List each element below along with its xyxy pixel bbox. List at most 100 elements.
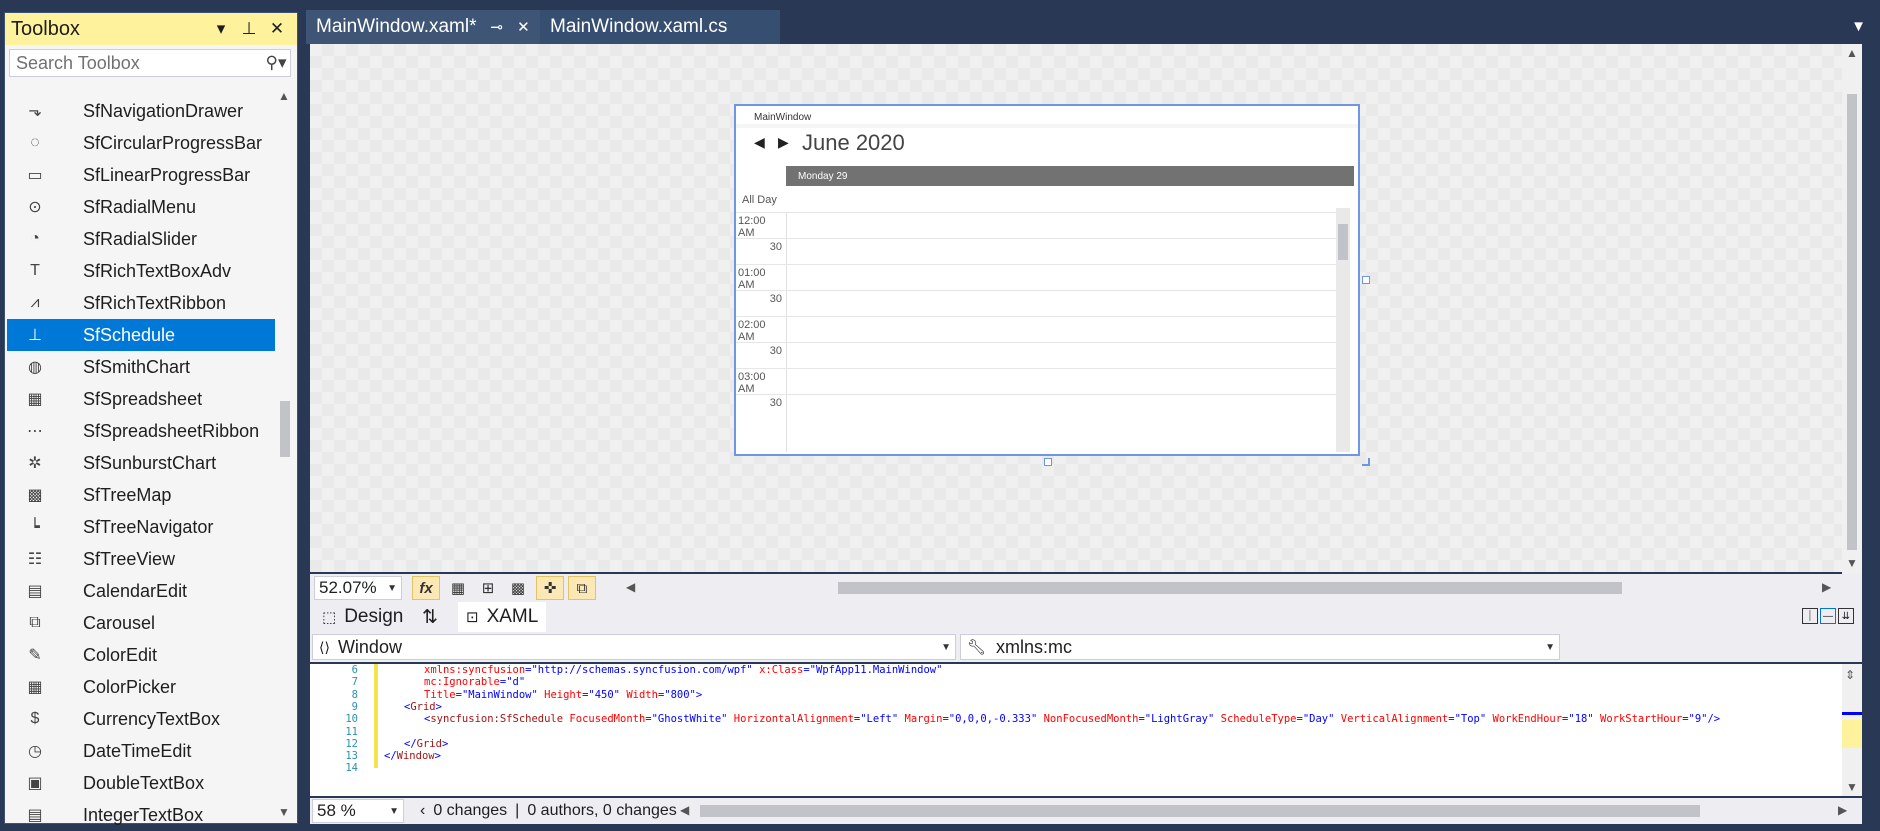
- code-hscroll-thumb[interactable]: [700, 805, 1700, 817]
- chevron-down-icon[interactable]: ▼: [1545, 642, 1555, 653]
- code-line[interactable]: 14: [310, 762, 1842, 777]
- hour-label: 01:00 AM: [738, 267, 766, 291]
- horizontal-split-button[interactable]: —: [1820, 608, 1836, 624]
- designer-scroll-thumb[interactable]: [1847, 94, 1857, 550]
- toolbox-item[interactable]: ⧉ Carousel: [7, 607, 275, 639]
- tab-design[interactable]: ⬚ Design: [322, 602, 403, 632]
- grid-toggle-button[interactable]: ▦: [444, 576, 472, 600]
- tab-mainwindow-xaml-cs[interactable]: MainWindow.xaml.cs: [540, 10, 780, 44]
- scroll-down-icon[interactable]: ▼: [1846, 556, 1858, 570]
- search-icon[interactable]: ⚲▾: [262, 53, 290, 73]
- toolbox-item[interactable]: ⊥ SfSchedule: [7, 319, 275, 351]
- designer-zoom-combo[interactable]: 52.07% ▼: [314, 576, 402, 600]
- toolbox-scroll-thumb[interactable]: [280, 401, 290, 457]
- swap-panes-button[interactable]: ⇅: [422, 602, 438, 632]
- pin-icon[interactable]: ⊸: [491, 18, 504, 36]
- toolbox-item-label: SfSunburstChart: [83, 452, 217, 473]
- toolbox-item[interactable]: ┕ SfTreeNavigator: [7, 511, 275, 543]
- member-combo-value: xmlns:mc: [996, 636, 1073, 657]
- member-combo[interactable]: 🔧︎ xmlns:mc ▼: [960, 634, 1560, 660]
- tab-overflow-icon[interactable]: ▼: [1851, 18, 1866, 35]
- code-vertical-scrollbar[interactable]: ⇕ ▼: [1842, 664, 1862, 796]
- schedule-icon: ⊥: [28, 327, 42, 344]
- project-code-button[interactable]: ⧉: [568, 576, 596, 600]
- snap-snaplines-button[interactable]: ✜: [536, 576, 564, 600]
- designer-toolbar: 52.07% ▼ fx ▦ ⊞ ▩ ✜ ⧉ ◀ ▶: [310, 574, 1862, 602]
- toolbox-item-label: SfSchedule: [83, 324, 176, 345]
- toolbox-item[interactable]: ⊙ SfRadialMenu: [7, 191, 275, 223]
- element-icon: ⟨⟩: [319, 638, 330, 655]
- toolbox-item[interactable]: ✎ ColorEdit: [7, 639, 275, 671]
- toolbox-item[interactable]: ▦ SfSpreadsheet: [7, 383, 275, 415]
- scroll-down-icon[interactable]: ▼: [278, 805, 290, 819]
- scroll-right-icon[interactable]: ▶: [1838, 803, 1847, 817]
- code-text: </Grid>: [404, 737, 449, 750]
- element-combo[interactable]: ⟨⟩ Window ▼: [312, 634, 956, 660]
- toolbox-item[interactable]: ▩ SfTreeMap: [7, 479, 275, 511]
- artboard-background-button[interactable]: ▩: [504, 576, 532, 600]
- toolbox-item[interactable]: ◔ SfRadialSlider: [7, 223, 275, 255]
- designer-vertical-scrollbar[interactable]: ▲ ▼: [1842, 44, 1862, 574]
- toolbox-item[interactable]: ☷ SfTreeView: [7, 543, 275, 575]
- chevron-down-icon[interactable]: ▼: [387, 583, 397, 594]
- tab-xaml[interactable]: ⊡ XAML: [458, 602, 547, 632]
- close-icon[interactable]: ✕: [517, 18, 530, 36]
- toolbox-item[interactable]: ▤ CalendarEdit: [7, 575, 275, 607]
- chevron-down-icon[interactable]: ▼: [941, 642, 951, 653]
- toolbox-search-box[interactable]: ⚲▾: [9, 49, 291, 77]
- resize-handle-bottom[interactable]: [1044, 458, 1052, 466]
- toolbox-item[interactable]: ✲ SfSunburstChart: [7, 447, 275, 479]
- tab-mainwindow-xaml[interactable]: MainWindow.xaml* ⊸ ✕: [306, 10, 540, 44]
- xaml-code-editor[interactable]: 6 xmlns:syncfusion="http://schemas.syncfu…: [310, 664, 1842, 796]
- schedule-scroll-thumb[interactable]: [1338, 224, 1348, 260]
- schedule-time-grid[interactable]: 12:00 AM 30 01:00 AM 30 02:00 AM 30 03:00 AM 30: [736, 212, 1346, 452]
- vertical-split-button[interactable]: ⏐: [1802, 608, 1818, 624]
- chevron-down-icon[interactable]: ▼: [389, 806, 399, 817]
- toolbox-item[interactable]: ▣ DoubleTextBox: [7, 767, 275, 799]
- dropdown-icon[interactable]: ▾: [207, 19, 235, 39]
- scroll-up-icon[interactable]: ▲: [278, 89, 290, 103]
- scroll-left-icon[interactable]: ◀: [626, 580, 635, 594]
- toolbox-item[interactable]: ⬎ SfNavigationDrawer: [7, 95, 275, 127]
- code-horizontal-scrollbar[interactable]: ◀ ▶: [680, 803, 1852, 817]
- toolbox-item[interactable]: ◌ SfCircularProgressBar: [7, 127, 275, 159]
- toolbox-item[interactable]: ▭ SfLinearProgressBar: [7, 159, 275, 191]
- toolbox-item[interactable]: ▦ ColorPicker: [7, 671, 275, 703]
- toolbox-search-input[interactable]: [10, 51, 262, 75]
- effects-button[interactable]: fx: [412, 576, 440, 600]
- line-number: 12: [345, 737, 358, 750]
- toolbox-item[interactable]: $ CurrencyTextBox: [7, 703, 275, 735]
- scroll-left-icon[interactable]: ◀: [680, 803, 689, 817]
- editor-zoom-combo[interactable]: 58 % ▼: [312, 799, 404, 823]
- collapse-pane-button[interactable]: ⇊: [1838, 608, 1854, 624]
- resize-handle-right[interactable]: [1362, 276, 1370, 284]
- toolbox-item[interactable]: ▤ IntegerTextBox: [7, 799, 275, 831]
- designer-hscroll-thumb[interactable]: [838, 582, 1622, 594]
- day-header-label: Monday 29: [798, 170, 848, 182]
- toolbox-item[interactable]: ◍ SfSmithChart: [7, 351, 275, 383]
- preview-window-title: MainWindow: [754, 112, 812, 123]
- toolbox-item-label: SfTreeMap: [83, 484, 172, 505]
- scroll-right-icon[interactable]: ▶: [1822, 580, 1831, 594]
- pin-icon[interactable]: ⊥: [235, 19, 263, 39]
- split-handle-icon[interactable]: ⇕: [1845, 668, 1855, 682]
- codelens-changes[interactable]: ‹ 0 changes | 0 authors, 0 changes: [420, 802, 677, 820]
- time-slot-half-row[interactable]: 30: [736, 394, 1346, 426]
- schedule-scrollbar[interactable]: [1336, 208, 1350, 452]
- linear-progress-icon: ▭: [27, 167, 43, 184]
- scroll-up-icon[interactable]: ▲: [1846, 46, 1858, 60]
- toolbox-scrollbar[interactable]: ▲ ▼: [275, 89, 295, 821]
- checkerboard-icon: ▩: [510, 580, 526, 597]
- snap-gridlines-button[interactable]: ⊞: [474, 576, 502, 600]
- scroll-down-icon[interactable]: ▼: [1846, 780, 1858, 794]
- previous-arrow-icon[interactable]: ◀: [754, 134, 765, 151]
- next-arrow-icon[interactable]: ▶: [778, 134, 789, 151]
- toolbox-item[interactable]: T SfRichTextBoxAdv: [7, 255, 275, 287]
- resize-handle-corner[interactable]: [1362, 458, 1370, 466]
- toolbox-item[interactable]: ⋯ SfSpreadsheetRibbon: [7, 415, 275, 447]
- designer-horizontal-scrollbar[interactable]: ◀ ▶: [626, 580, 1838, 594]
- toolbox-item[interactable]: ◷ DateTimeEdit: [7, 735, 275, 767]
- toolbox-item[interactable]: ⩘ SfRichTextRibbon: [7, 287, 275, 319]
- close-icon[interactable]: ✕: [263, 19, 291, 39]
- mainwindow-preview[interactable]: MainWindow ◀ ▶ June 2020 Monday 29 All D…: [734, 104, 1360, 456]
